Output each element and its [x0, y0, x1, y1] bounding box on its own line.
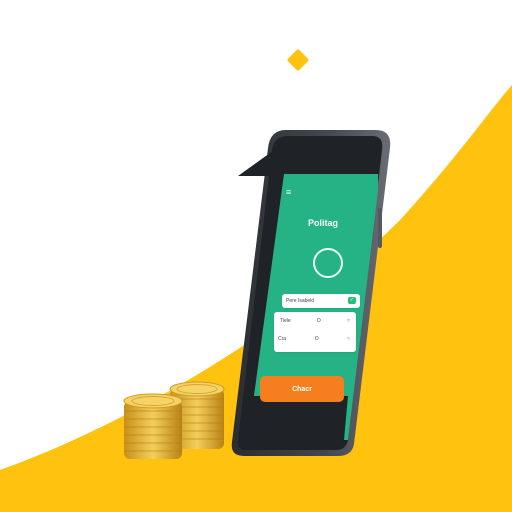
summary-row: Pere Isabeld ✓	[286, 297, 356, 304]
summary-card[interactable]: Pere Isabeld ✓	[282, 294, 360, 308]
details-row-1: Tiele D ≈	[280, 318, 350, 324]
coin-stack-front	[123, 393, 183, 459]
details-row-2: Cra O ≈	[278, 336, 350, 342]
ring-icon[interactable]	[313, 248, 343, 278]
row-1-label: Tiele	[280, 318, 291, 324]
row-2-label: Cra	[278, 336, 287, 342]
app-title: Pᴏlitag	[308, 218, 339, 228]
row-1-mid: D	[317, 318, 321, 324]
status-badge: ✓	[347, 297, 356, 304]
hamburger-menu-icon[interactable]: ≡	[286, 188, 291, 197]
gold-coin-stack-icon	[123, 381, 225, 459]
phone-screen: ≡ Pᴏlitag Pere Isabeld ✓ Tiele D ≈ Cra O	[238, 140, 378, 450]
smartphone: ≡ Pᴏlitag Pere Isabeld ✓ Tiele D ≈ Cra O	[226, 128, 396, 458]
row-1-value: ≈	[347, 318, 350, 324]
summary-label: Pere Isabeld	[286, 297, 315, 304]
action-button[interactable]: Chacr	[260, 376, 344, 402]
scene: ≡ Pᴏlitag Pere Isabeld ✓ Tiele D ≈ Cra O	[0, 0, 512, 512]
details-card[interactable]: Tiele D ≈ Cra O ≈	[274, 312, 356, 352]
row-2-mid: O	[314, 336, 319, 342]
row-2-value: ≈	[347, 336, 350, 342]
